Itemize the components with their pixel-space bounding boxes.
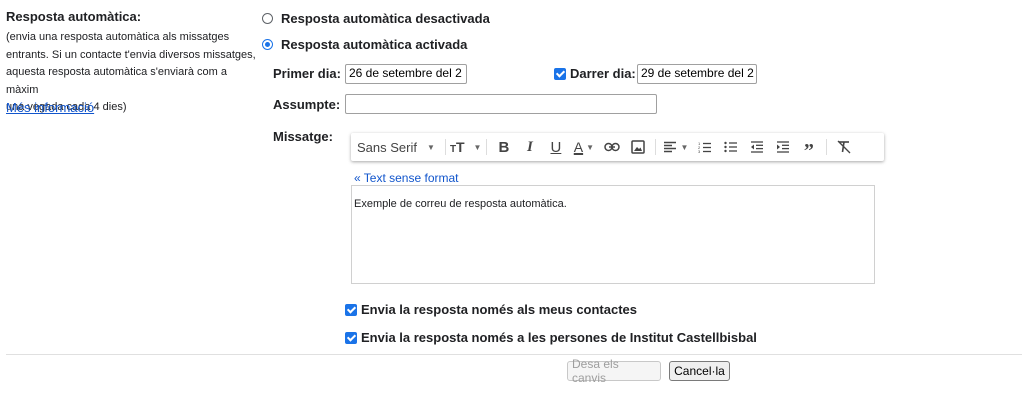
org-only-option[interactable]: Envia la resposta només a les persones d…: [345, 330, 757, 345]
font-family-select[interactable]: Sans Serif ▼: [351, 133, 441, 161]
svg-text:T: T: [456, 140, 465, 154]
toolbar-divider: [485, 139, 487, 155]
bold-icon[interactable]: B: [491, 133, 517, 161]
message-body: Exemple de correu de resposta automàtica…: [354, 198, 567, 210]
save-button[interactable]: Desa els canvis: [567, 357, 661, 385]
font-family-value: Sans Serif: [357, 139, 417, 155]
cancel-button[interactable]: Cancel·la: [669, 361, 730, 381]
toolbar-divider: [825, 139, 827, 155]
remove-formatting-icon[interactable]: [831, 133, 857, 161]
italic-icon[interactable]: I: [517, 133, 543, 161]
message-editor[interactable]: Exemple de correu de resposta automàtica…: [351, 185, 875, 284]
link-icon[interactable]: [599, 133, 625, 161]
first-day-label: Primer dia:: [273, 66, 341, 81]
formatting-toolbar: Sans Serif ▼ TT ▼ B I U A ▼ ▼ 123 ”: [351, 133, 884, 162]
last-day-checkbox[interactable]: [554, 67, 566, 80]
image-icon[interactable]: [625, 133, 651, 161]
org-only-checkbox[interactable]: [345, 331, 357, 344]
description-line: aquesta resposta automàtica s'enviarà co…: [6, 66, 227, 96]
auto-reply-off-option[interactable]: Resposta automàtica desactivada: [262, 11, 490, 26]
contacts-only-label: Envia la resposta només als meus contact…: [361, 302, 638, 317]
auto-reply-on-option[interactable]: Resposta automàtica activada: [262, 37, 467, 52]
subject-label: Assumpte:: [273, 97, 341, 112]
first-day-input[interactable]: 26 de setembre del 2: [345, 64, 467, 84]
underline-icon[interactable]: U: [543, 133, 569, 161]
indent-more-icon[interactable]: [770, 133, 796, 161]
auto-reply-title: Resposta automàtica:: [6, 9, 142, 24]
more-info-link[interactable]: Més informació: [6, 100, 94, 115]
contacts-only-option[interactable]: Envia la resposta només als meus contact…: [345, 302, 637, 317]
radio-off[interactable]: [262, 13, 273, 24]
auto-reply-on-label: Resposta automàtica activada: [281, 37, 468, 52]
footer-divider: [6, 354, 1022, 355]
last-day-checkbox-row[interactable]: Darrer dia:: [554, 66, 636, 81]
toolbar-divider: [654, 139, 656, 155]
radio-on[interactable]: [262, 39, 273, 50]
numbered-list-icon[interactable]: 123: [692, 133, 718, 161]
font-size-icon[interactable]: TT ▼: [450, 133, 482, 161]
subject-input[interactable]: [345, 94, 657, 114]
message-label: Missatge:: [273, 129, 333, 144]
description-line: entrants. Si un contacte t'envia diverso…: [6, 48, 256, 61]
bulleted-list-icon[interactable]: [718, 133, 744, 161]
chevron-down-icon: ▼: [586, 142, 595, 152]
org-only-label: Envia la resposta només a les persones d…: [361, 330, 757, 345]
chevron-down-icon: ▼: [426, 142, 435, 152]
chevron-down-icon: ▼: [680, 142, 689, 152]
indent-less-icon[interactable]: [744, 133, 770, 161]
chevron-down-icon: ▼: [473, 142, 482, 152]
description-line: (envia una resposta automàtica als missa…: [6, 31, 230, 43]
plain-text-link[interactable]: « Text sense format: [354, 171, 459, 185]
last-day-input[interactable]: 29 de setembre del 2: [637, 64, 757, 84]
toolbar-divider: [444, 139, 446, 155]
auto-reply-off-label: Resposta automàtica desactivada: [281, 11, 490, 26]
align-icon[interactable]: ▼: [660, 133, 692, 161]
contacts-only-checkbox[interactable]: [345, 303, 357, 316]
quote-icon[interactable]: ”: [796, 133, 822, 162]
text-color-icon[interactable]: A ▼: [569, 133, 599, 161]
svg-text:3: 3: [698, 149, 701, 153]
last-day-label: Darrer dia:: [570, 66, 636, 81]
